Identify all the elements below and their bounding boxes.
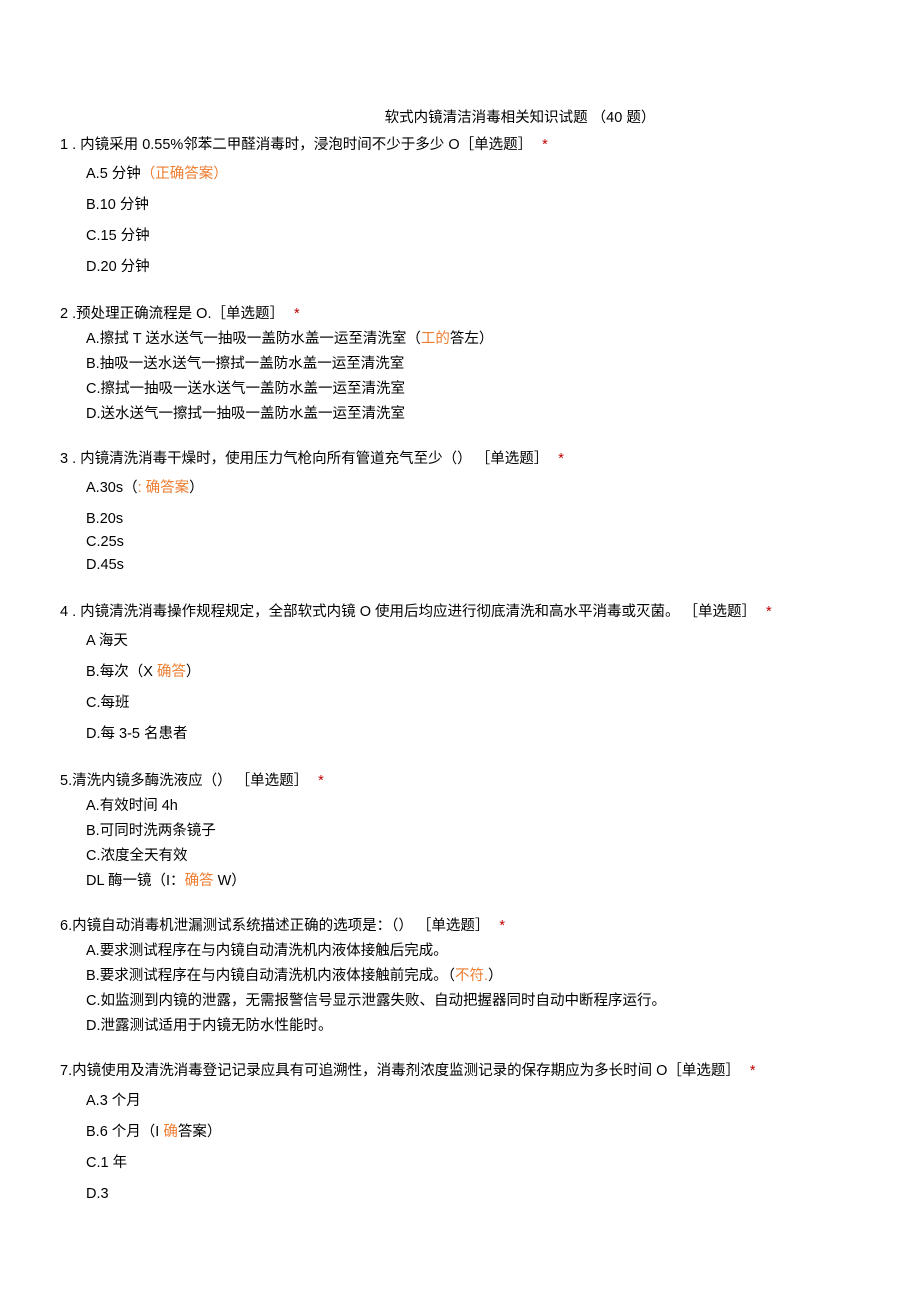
option-list: A.要求测试程序在与内镜自动清洗机内液体接触后完成。 B.要求测试程序在与内镜自… <box>60 941 860 1037</box>
option-d: D.送水送气一擦拭一抽吸一盖防水盖一运至清洗室 <box>86 404 860 425</box>
correct-answer-mark: 确 <box>163 1124 178 1140</box>
option-a: A.30s（: 确答案） <box>86 478 860 499</box>
option-list: A.5 分钟（正确答案） B.10 分钟 C.15 分钟 D.20 分钟 <box>60 164 860 278</box>
question-1: 1 . 内镜采用 0.55%邻苯二甲醛消毒时，浸泡时间不少于多少 O［单选题］*… <box>60 135 860 278</box>
question-stem: 6.内镜自动消毒机泄漏测试系统描述正确的选项是：（） ［单选题］* <box>60 916 860 937</box>
question-stem: 5.清洗内镜多酶洗液应（） ［单选题］* <box>60 771 860 792</box>
option-c: C.25s <box>86 532 860 553</box>
option-d: D.45s <box>86 555 860 576</box>
option-b: B.要求测试程序在与内镜自动清洗机内液体接触前完成。（不符.） <box>86 966 860 987</box>
option-d: D.每 3-5 名患者 <box>86 724 860 745</box>
page-title: 软式内镜清洁消毒相关知识试题 （40 题） <box>240 108 800 129</box>
document-page: 软式内镜清洁消毒相关知识试题 （40 题） 1 . 内镜采用 0.55%邻苯二甲… <box>0 0 920 1291</box>
question-5: 5.清洗内镜多酶洗液应（） ［单选题］* A.有效时间 4h B.可同时洗两条镜… <box>60 771 860 892</box>
option-c: C.每班 <box>86 693 860 714</box>
correct-answer-mark: : 确答案 <box>138 480 190 496</box>
option-b: B.抽吸一送水送气一擦拭一盖防水盖一运至清洗室 <box>86 354 860 375</box>
option-d: D.20 分钟 <box>86 257 860 278</box>
option-b: B.每次（X 确答） <box>86 662 860 683</box>
correct-answer-mark: 确答 <box>185 873 214 889</box>
required-star: * <box>499 918 505 934</box>
correct-answer-mark: （正确答案） <box>141 166 228 182</box>
required-star: * <box>294 306 300 322</box>
required-star: * <box>318 773 324 789</box>
question-7: 7.内镜使用及清洗消毒登记记录应具有可追溯性，消毒剂浓度监测记录的保存期应为多长… <box>60 1061 860 1204</box>
question-4: 4 . 内镜清洗消毒操作规程规定，全部软式内镜 O 使用后均应进行彻底清洗和高水… <box>60 602 860 745</box>
option-a: A 海天 <box>86 631 860 652</box>
question-stem: 1 . 内镜采用 0.55%邻苯二甲醛消毒时，浸泡时间不少于多少 O［单选题］* <box>60 135 860 156</box>
title-count: （40 题） <box>592 110 656 126</box>
option-list: A.30s（: 确答案） B.20s C.25s D.45s <box>60 478 860 576</box>
option-b: B.可同时洗两条镜子 <box>86 821 860 842</box>
option-c: C.1 年 <box>86 1153 860 1174</box>
required-star: * <box>750 1063 756 1079</box>
correct-answer-mark: 不符. <box>455 968 488 984</box>
correct-answer-mark: 确答 <box>157 664 186 680</box>
option-b: B.6 个月（I 确答案） <box>86 1122 860 1143</box>
question-stem: 7.内镜使用及清洗消毒登记记录应具有可追溯性，消毒剂浓度监测记录的保存期应为多长… <box>60 1061 860 1082</box>
option-list: A.有效时间 4h B.可同时洗两条镜子 C.浓度全天有效 DL 酶一镜（I：确… <box>60 796 860 892</box>
option-c: C.擦拭一抽吸一送水送气一盖防水盖一运至清洗室 <box>86 379 860 400</box>
required-star: * <box>558 451 564 467</box>
option-c: C.如监测到内镜的泄露，无需报警信号显示泄露失败、自动把握器同时自动中断程序运行… <box>86 991 860 1012</box>
option-c: C.15 分钟 <box>86 226 860 247</box>
question-stem: 2 .预处理正确流程是 O.［单选题］* <box>60 304 860 325</box>
option-b: B.20s <box>86 509 860 530</box>
question-6: 6.内镜自动消毒机泄漏测试系统描述正确的选项是：（） ［单选题］* A.要求测试… <box>60 916 860 1037</box>
question-stem: 4 . 内镜清洗消毒操作规程规定，全部软式内镜 O 使用后均应进行彻底清洗和高水… <box>60 602 860 623</box>
option-a: A.有效时间 4h <box>86 796 860 817</box>
option-a: A.3 个月 <box>86 1091 860 1112</box>
question-2: 2 .预处理正确流程是 O.［单选题］* A.擦拭 T 送水送气一抽吸一盖防水盖… <box>60 304 860 425</box>
title-text: 软式内镜清洁消毒相关知识试题 <box>385 110 588 126</box>
option-b: B.10 分钟 <box>86 195 860 216</box>
option-list: A 海天 B.每次（X 确答） C.每班 D.每 3-5 名患者 <box>60 631 860 745</box>
question-3: 3 . 内镜清洗消毒干燥时，使用压力气枪向所有管道充气至少（） ［单选题］* A… <box>60 449 860 576</box>
option-d: D.泄露测试适用于内镜无防水性能时。 <box>86 1016 860 1037</box>
required-star: * <box>542 137 548 153</box>
option-a: A.要求测试程序在与内镜自动清洗机内液体接触后完成。 <box>86 941 860 962</box>
question-stem: 3 . 内镜清洗消毒干燥时，使用压力气枪向所有管道充气至少（） ［单选题］* <box>60 449 860 470</box>
option-a: A.5 分钟（正确答案） <box>86 164 860 185</box>
option-d: D.3 <box>86 1184 860 1205</box>
option-list: A.3 个月 B.6 个月（I 确答案） C.1 年 D.3 <box>60 1091 860 1205</box>
correct-answer-mark: 工的 <box>421 331 450 347</box>
option-list: A.擦拭 T 送水送气一抽吸一盖防水盖一运至清洗室（工的答左） B.抽吸一送水送… <box>60 329 860 425</box>
option-c: C.浓度全天有效 <box>86 846 860 867</box>
option-a: A.擦拭 T 送水送气一抽吸一盖防水盖一运至清洗室（工的答左） <box>86 329 860 350</box>
option-d: DL 酶一镜（I：确答 W） <box>86 871 860 892</box>
required-star: * <box>766 604 772 620</box>
